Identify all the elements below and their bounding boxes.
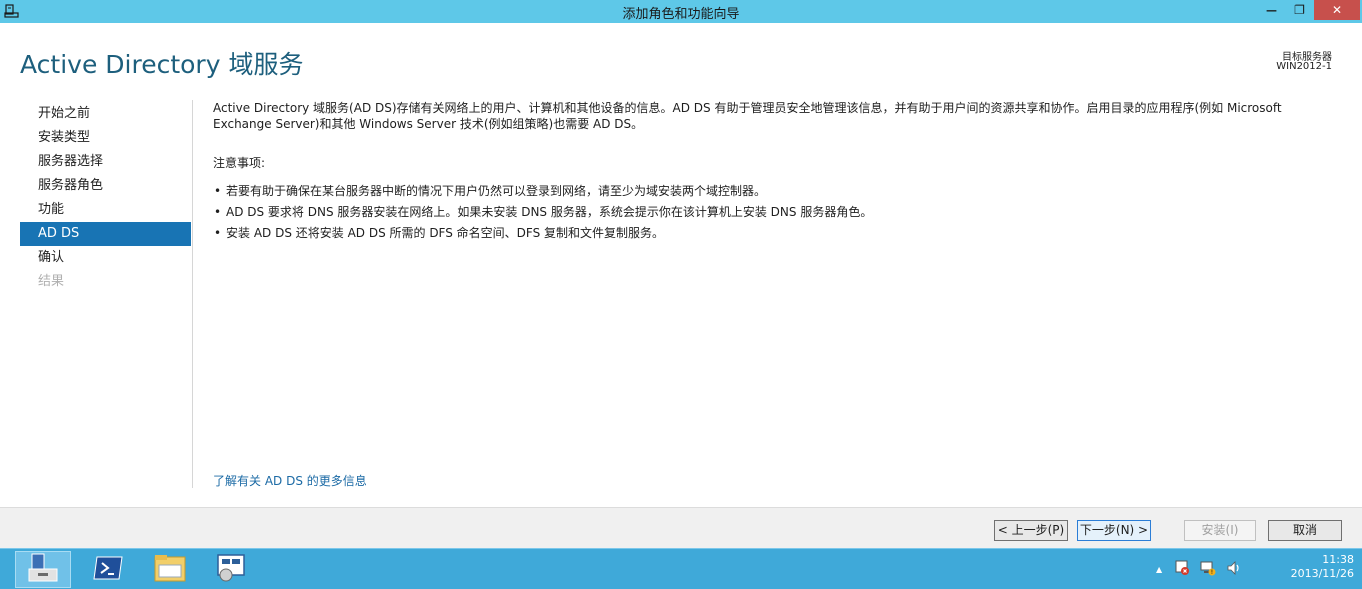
- close-icon: ✕: [1331, 3, 1343, 17]
- button-bar: < 上一步(P) 下一步(N) > 安装(I) 取消: [0, 507, 1362, 548]
- nav-item-server-roles[interactable]: 服务器角色: [20, 174, 191, 198]
- minimize-icon: —: [1266, 3, 1277, 17]
- list-item: • 若要有助于确保在某台服务器中断的情况下用户仍然可以登录到网络，请至少为域安装两…: [213, 181, 1338, 202]
- taskbar-powershell[interactable]: [80, 551, 136, 588]
- content-pane: Active Directory 域服务(AD DS)存储有关网络上的用户、计算…: [213, 100, 1338, 244]
- notes-title: 注意事项:: [213, 156, 266, 170]
- minimize-button[interactable]: —: [1258, 0, 1285, 20]
- taskbar: ▲ ! 11:38 2013/11/26: [0, 548, 1362, 589]
- note-text: 若要有助于确保在某台服务器中断的情况下用户仍然可以登录到网络，请至少为域安装两个…: [226, 184, 767, 198]
- tray-expand-icon[interactable]: ▲: [1156, 565, 1162, 574]
- clock-date: 2013/11/26: [1290, 567, 1354, 580]
- bullet-icon: •: [214, 184, 222, 198]
- speaker-icon[interactable]: [1226, 560, 1242, 579]
- system-tray: ▲ !: [1156, 549, 1242, 589]
- notes-list: • 若要有助于确保在某台服务器中断的情况下用户仍然可以登录到网络，请至少为域安装两…: [213, 181, 1338, 244]
- list-item: • 安装 AD DS 还将安装 AD DS 所需的 DFS 命名空间、DFS 复制…: [213, 223, 1338, 244]
- restore-icon: ❐: [1294, 3, 1305, 17]
- nav-item-before-you-begin[interactable]: 开始之前: [20, 102, 191, 126]
- close-button[interactable]: ✕: [1314, 0, 1360, 20]
- nav-item-confirmation[interactable]: 确认: [20, 246, 191, 270]
- taskbar-server-manager[interactable]: [15, 551, 71, 588]
- bullet-icon: •: [214, 226, 222, 240]
- install-button: 安装(I): [1184, 520, 1256, 541]
- next-button[interactable]: 下一步(N) >: [1077, 520, 1151, 541]
- nav-item-ad-ds[interactable]: AD DS: [20, 222, 191, 246]
- server-manager-icon: [27, 553, 59, 586]
- folder-icon: [154, 554, 186, 585]
- action-center-icon[interactable]: [1174, 560, 1190, 579]
- cancel-button[interactable]: 取消: [1268, 520, 1342, 541]
- wizard-nav: 开始之前 安装类型 服务器选择 服务器角色 功能 AD DS 确认 结果: [20, 102, 191, 294]
- more-info-link[interactable]: 了解有关 AD DS 的更多信息: [213, 472, 367, 489]
- network-icon[interactable]: !: [1200, 560, 1216, 579]
- taskbar-app[interactable]: [204, 551, 260, 588]
- window-title: 添加角色和功能向导: [622, 7, 740, 22]
- nav-item-installation-type[interactable]: 安装类型: [20, 126, 191, 150]
- nav-item-features[interactable]: 功能: [20, 198, 191, 222]
- window-app-icon: [216, 553, 248, 586]
- title-bar: 添加角色和功能向导 — ❐ ✕: [0, 0, 1362, 23]
- note-text: AD DS 要求将 DNS 服务器安装在网络上。如果未安装 DNS 服务器，系统…: [226, 205, 873, 219]
- taskbar-clock[interactable]: 11:38 2013/11/26: [1291, 553, 1354, 581]
- taskbar-file-explorer[interactable]: [142, 551, 198, 588]
- nav-item-results: 结果: [38, 274, 65, 289]
- bullet-icon: •: [214, 205, 222, 219]
- nav-item-server-selection[interactable]: 服务器选择: [20, 150, 191, 174]
- clock-time: 11:38: [1322, 553, 1354, 566]
- powershell-icon: [93, 555, 123, 584]
- previous-button[interactable]: < 上一步(P): [994, 520, 1068, 541]
- list-item: • AD DS 要求将 DNS 服务器安装在网络上。如果未安装 DNS 服务器，系…: [213, 202, 1338, 223]
- target-server-value: WIN2012-1: [1276, 61, 1332, 72]
- nav-divider: [192, 100, 193, 488]
- page-title: Active Directory 域服务: [20, 50, 304, 79]
- svg-text:!: !: [1211, 569, 1213, 576]
- intro-text: Active Directory 域服务(AD DS)存储有关网络上的用户、计算…: [213, 101, 1282, 131]
- maximize-button[interactable]: ❐: [1286, 0, 1313, 20]
- note-text: 安装 AD DS 还将安装 AD DS 所需的 DFS 命名空间、DFS 复制和…: [226, 226, 665, 240]
